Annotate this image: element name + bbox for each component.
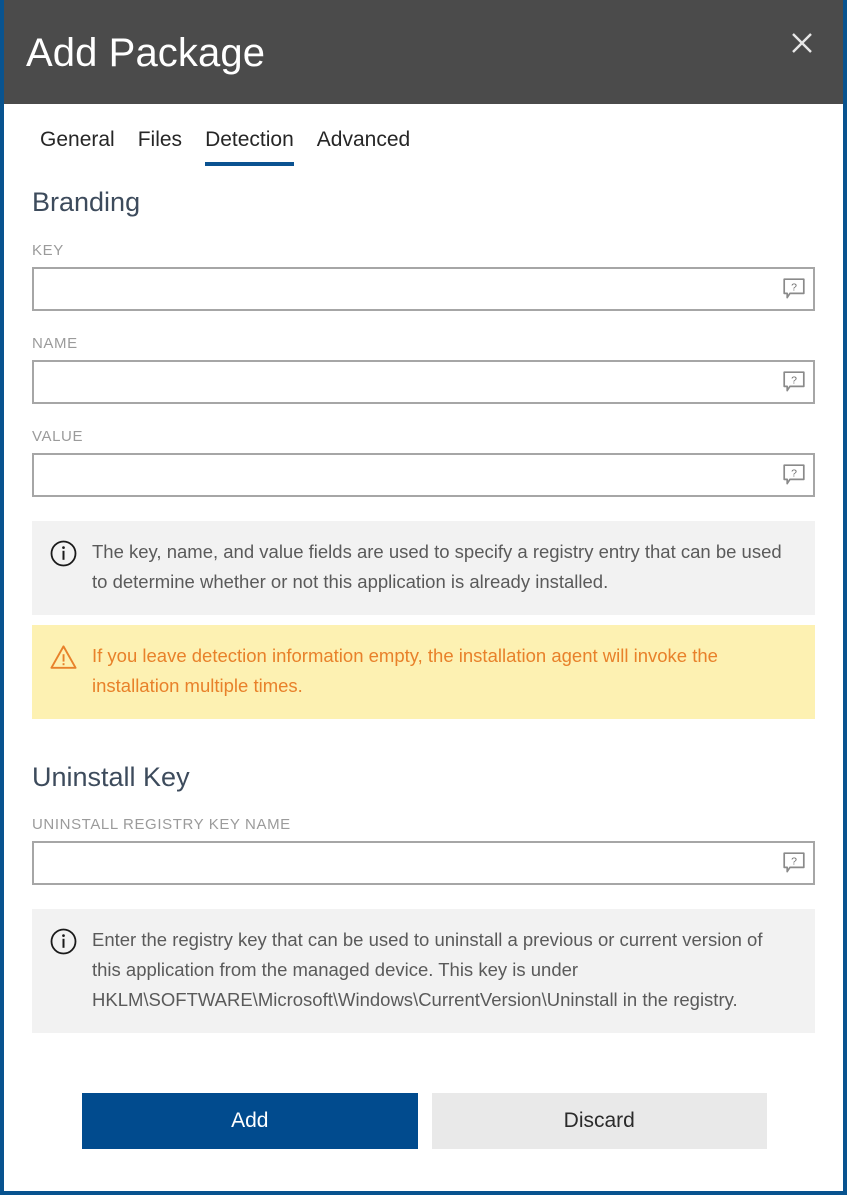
field-name: NAME ? (32, 335, 815, 404)
info-circle-icon (50, 537, 80, 567)
tab-files[interactable]: Files (138, 128, 182, 166)
svg-text:?: ? (791, 856, 797, 868)
field-key-input-wrap[interactable]: ? (32, 266, 815, 311)
field-uninstall-registry-key: UNINSTALL REGISTRY KEY NAME ? (32, 816, 815, 886)
dialog-title: Add Package (26, 31, 266, 75)
add-package-dialog: Add Package General Files Detection Adva… (0, 0, 847, 1195)
field-uninstall-input-wrap[interactable]: ? (32, 841, 815, 886)
branding-info-text: The key, name, and value fields are used… (92, 540, 782, 592)
help-bubble-icon[interactable]: ? (783, 371, 805, 393)
branding-warning-box: If you leave detection information empty… (32, 624, 815, 719)
tab-detection[interactable]: Detection (205, 128, 294, 167)
close-button[interactable] (779, 20, 825, 66)
add-button[interactable]: Add (82, 1093, 418, 1150)
name-input[interactable] (34, 361, 769, 402)
branding-heading: Branding (32, 187, 141, 218)
close-icon (790, 31, 814, 55)
tab-general[interactable]: General (40, 128, 115, 166)
svg-text:?: ? (791, 374, 797, 386)
value-input[interactable] (34, 454, 769, 495)
branding-info-box: The key, name, and value fields are used… (32, 520, 815, 615)
discard-button[interactable]: Discard (431, 1093, 767, 1150)
field-uninstall-registry-key-label: UNINSTALL REGISTRY KEY NAME (32, 816, 291, 834)
key-input[interactable] (34, 268, 769, 309)
tab-bar: General Files Detection Advanced (28, 104, 819, 167)
help-bubble-icon[interactable]: ? (783, 278, 805, 300)
field-value: VALUE ? (32, 428, 815, 497)
field-name-label: NAME (32, 334, 78, 352)
branding-warning-text: If you leave detection information empty… (92, 644, 718, 696)
uninstall-heading: Uninstall Key (32, 761, 190, 792)
svg-text:?: ? (791, 467, 797, 479)
dialog-footer: Add Discard (32, 1093, 815, 1150)
uninstall-info-box: Enter the registry key that can be used … (32, 909, 815, 1034)
dialog-body: General Files Detection Advanced Brandin… (4, 104, 843, 1150)
uninstall-registry-key-input[interactable] (34, 843, 769, 884)
dialog-titlebar: Add Package (4, 0, 843, 104)
svg-text:?: ? (791, 281, 797, 293)
tab-advanced[interactable]: Advanced (317, 128, 410, 166)
warning-triangle-icon (50, 641, 80, 671)
field-value-input-wrap[interactable]: ? (32, 452, 815, 497)
field-name-input-wrap[interactable]: ? (32, 359, 815, 404)
uninstall-info-text: Enter the registry key that can be used … (92, 929, 763, 1011)
field-key-label: KEY (32, 241, 64, 259)
help-bubble-icon[interactable]: ? (783, 464, 805, 486)
field-key: KEY ? (32, 242, 815, 311)
info-circle-icon (50, 925, 80, 955)
field-value-label: VALUE (32, 427, 84, 445)
help-bubble-icon[interactable]: ? (783, 852, 805, 874)
